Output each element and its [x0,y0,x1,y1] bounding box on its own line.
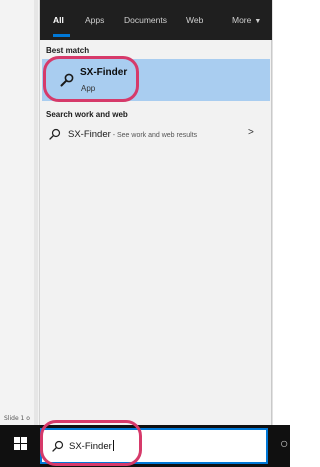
windows-start-icon[interactable] [14,437,32,455]
web-result-title: SX-Finder [68,129,111,140]
background-window-left [0,0,40,425]
search-tabs: All Apps Documents Web More ▼ [40,0,272,40]
taskbar-search-box[interactable]: SX-Finder [40,428,268,464]
tab-web[interactable]: Web [186,15,203,25]
best-match-title: SX-Finder [80,67,128,78]
tab-documents[interactable]: Documents [124,15,167,25]
search-web-heading: Search work and web [46,110,128,119]
tab-all-underline [53,34,70,37]
taskbar: SX-Finder ○ [0,425,290,467]
search-icon [52,440,64,452]
tab-more-label: More [232,15,252,25]
best-match-result[interactable]: SX-Finder App [42,59,270,101]
best-match-heading: Best match [46,46,90,55]
search-icon [49,128,61,140]
tab-all[interactable]: All [53,15,64,25]
best-match-subtitle: App [81,84,96,93]
chevron-right-icon[interactable]: > [248,127,254,138]
background-window-right [272,0,290,425]
text-cursor [112,440,114,451]
tab-more[interactable]: More ▼ [232,15,261,25]
search-input[interactable]: SX-Finder [69,440,114,452]
background-divider [34,0,38,425]
cortana-icon[interactable]: ○ [280,435,288,451]
tab-apps[interactable]: Apps [85,15,104,25]
web-search-result[interactable]: SX-Finder - See work and web results > [42,122,270,148]
search-panel: All Apps Documents Web More ▼ Best match … [40,0,272,425]
search-input-value: SX-Finder [69,441,112,452]
slide-indicator: Slide 1 o [4,415,30,422]
chevron-down-icon: ▼ [254,18,262,25]
web-result-text: SX-Finder - See work and web results [68,129,197,140]
magnifier-app-icon [60,73,74,87]
web-result-subtitle: - See work and web results [110,132,198,139]
